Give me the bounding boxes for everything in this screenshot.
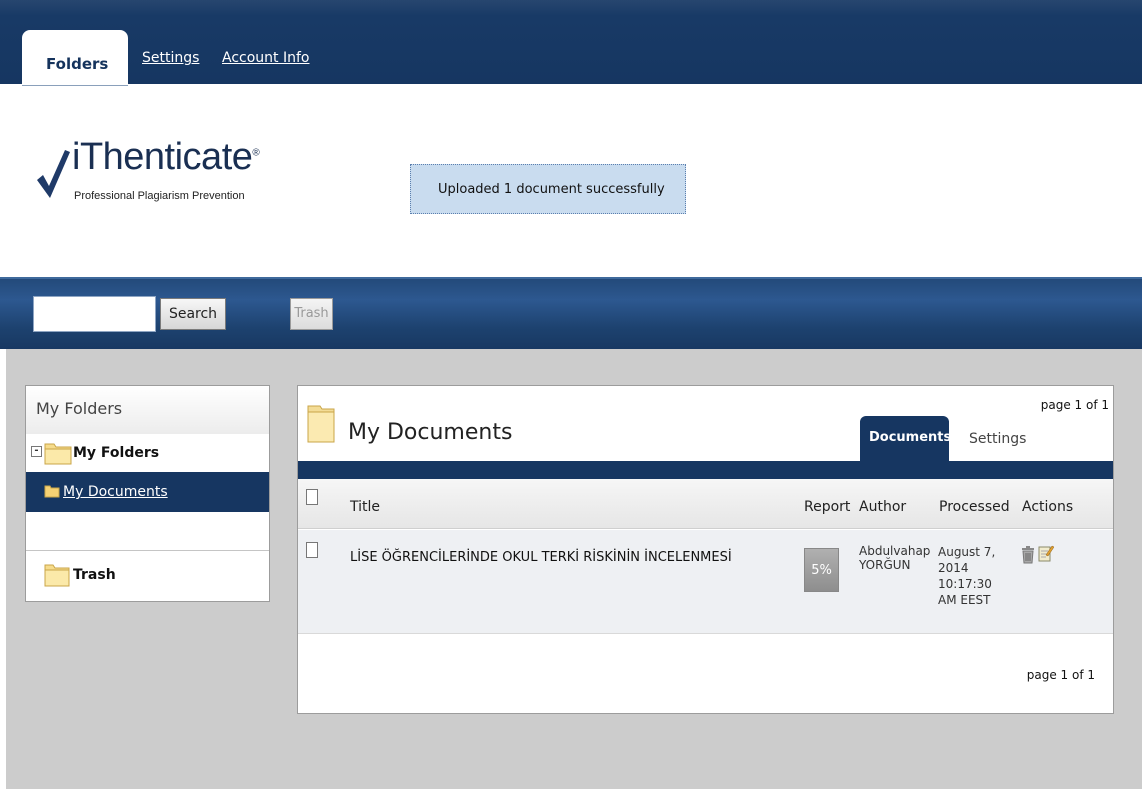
processed-zone: AM EEST bbox=[938, 593, 991, 607]
column-header-report[interactable]: Report bbox=[804, 499, 850, 515]
processed-time: 10:17:30 bbox=[938, 577, 992, 591]
column-header-title[interactable]: Title bbox=[350, 499, 380, 515]
author-first-name: Abdulvahap bbox=[859, 544, 931, 558]
checkmark-icon bbox=[37, 150, 70, 198]
folder-sidebar: My Folders - My Folders My Documents Tra… bbox=[25, 385, 270, 602]
sidebar-divider bbox=[26, 550, 269, 551]
row-checkbox[interactable] bbox=[306, 542, 318, 558]
trash-button[interactable]: Trash bbox=[290, 298, 333, 330]
table-header: Title Report Author Processed Actions bbox=[298, 479, 1113, 529]
top-navigation-bar: Folders Settings Account Info bbox=[0, 0, 1142, 86]
sidebar-item-my-documents[interactable]: My Documents bbox=[26, 472, 269, 512]
trash-icon[interactable] bbox=[1021, 546, 1035, 564]
sidebar-header: My Folders bbox=[26, 386, 269, 434]
search-input[interactable] bbox=[33, 296, 156, 332]
tab-folders[interactable]: Folders bbox=[22, 30, 128, 86]
sidebar-item-label: Trash bbox=[73, 567, 116, 583]
sidebar-item-my-folders[interactable]: - My Folders bbox=[26, 434, 269, 472]
tab-documents[interactable]: Documents bbox=[860, 416, 951, 461]
processed-date: August 7, 2014 10:17:30 AM EEST bbox=[938, 544, 1004, 608]
folder-icon bbox=[44, 443, 72, 465]
sidebar-item-label: My Documents bbox=[63, 484, 168, 500]
collapse-icon[interactable]: - bbox=[31, 446, 42, 457]
processed-day: August 7, bbox=[938, 545, 996, 559]
document-author: Abdulvahap YORĞUN bbox=[859, 544, 934, 572]
page-title: My Documents bbox=[348, 420, 513, 445]
edit-icon[interactable] bbox=[1038, 544, 1054, 562]
sidebar-item-trash[interactable]: Trash bbox=[26, 552, 269, 600]
tab-settings[interactable]: Settings bbox=[142, 50, 199, 66]
documents-panel: My Documents page 1 of 1 Documents Setti… bbox=[297, 385, 1114, 714]
folder-icon bbox=[44, 485, 60, 498]
column-header-author[interactable]: Author bbox=[859, 499, 906, 515]
logo-tagline: Professional Plagiarism Prevention bbox=[74, 190, 245, 202]
pagination-bottom: page 1 of 1 bbox=[1026, 668, 1095, 682]
folder-icon bbox=[44, 564, 70, 587]
document-title[interactable]: LİSE ÖĞRENCİLERİNDE OKUL TERKİ RİSKİNİN … bbox=[350, 550, 732, 565]
ithenticate-logo: iThenticate® Professional Plagiarism Pre… bbox=[36, 136, 296, 210]
search-toolbar: Search Trash bbox=[0, 277, 1142, 349]
processed-year: 2014 bbox=[938, 561, 969, 575]
author-last-name: YORĞUN bbox=[859, 558, 911, 572]
search-button[interactable]: Search bbox=[160, 298, 226, 330]
flash-message: Uploaded 1 document successfully bbox=[410, 164, 686, 214]
select-all-checkbox[interactable] bbox=[306, 489, 318, 505]
logo-brand: iThenticate® bbox=[72, 136, 260, 178]
tab-bar bbox=[298, 461, 1113, 479]
similarity-report-button[interactable]: 5% bbox=[804, 548, 839, 592]
sidebar-item-label: My Folders bbox=[73, 445, 160, 461]
tab-account-info[interactable]: Account Info bbox=[222, 50, 309, 66]
tab-settings[interactable]: Settings bbox=[969, 431, 1026, 447]
table-row: LİSE ÖĞRENCİLERİNDE OKUL TERKİ RİSKİNİN … bbox=[298, 530, 1113, 634]
column-header-processed[interactable]: Processed bbox=[939, 499, 1010, 515]
pagination-top: page 1 of 1 bbox=[1040, 398, 1109, 412]
column-header-actions: Actions bbox=[1022, 499, 1074, 515]
folder-icon bbox=[307, 405, 335, 443]
